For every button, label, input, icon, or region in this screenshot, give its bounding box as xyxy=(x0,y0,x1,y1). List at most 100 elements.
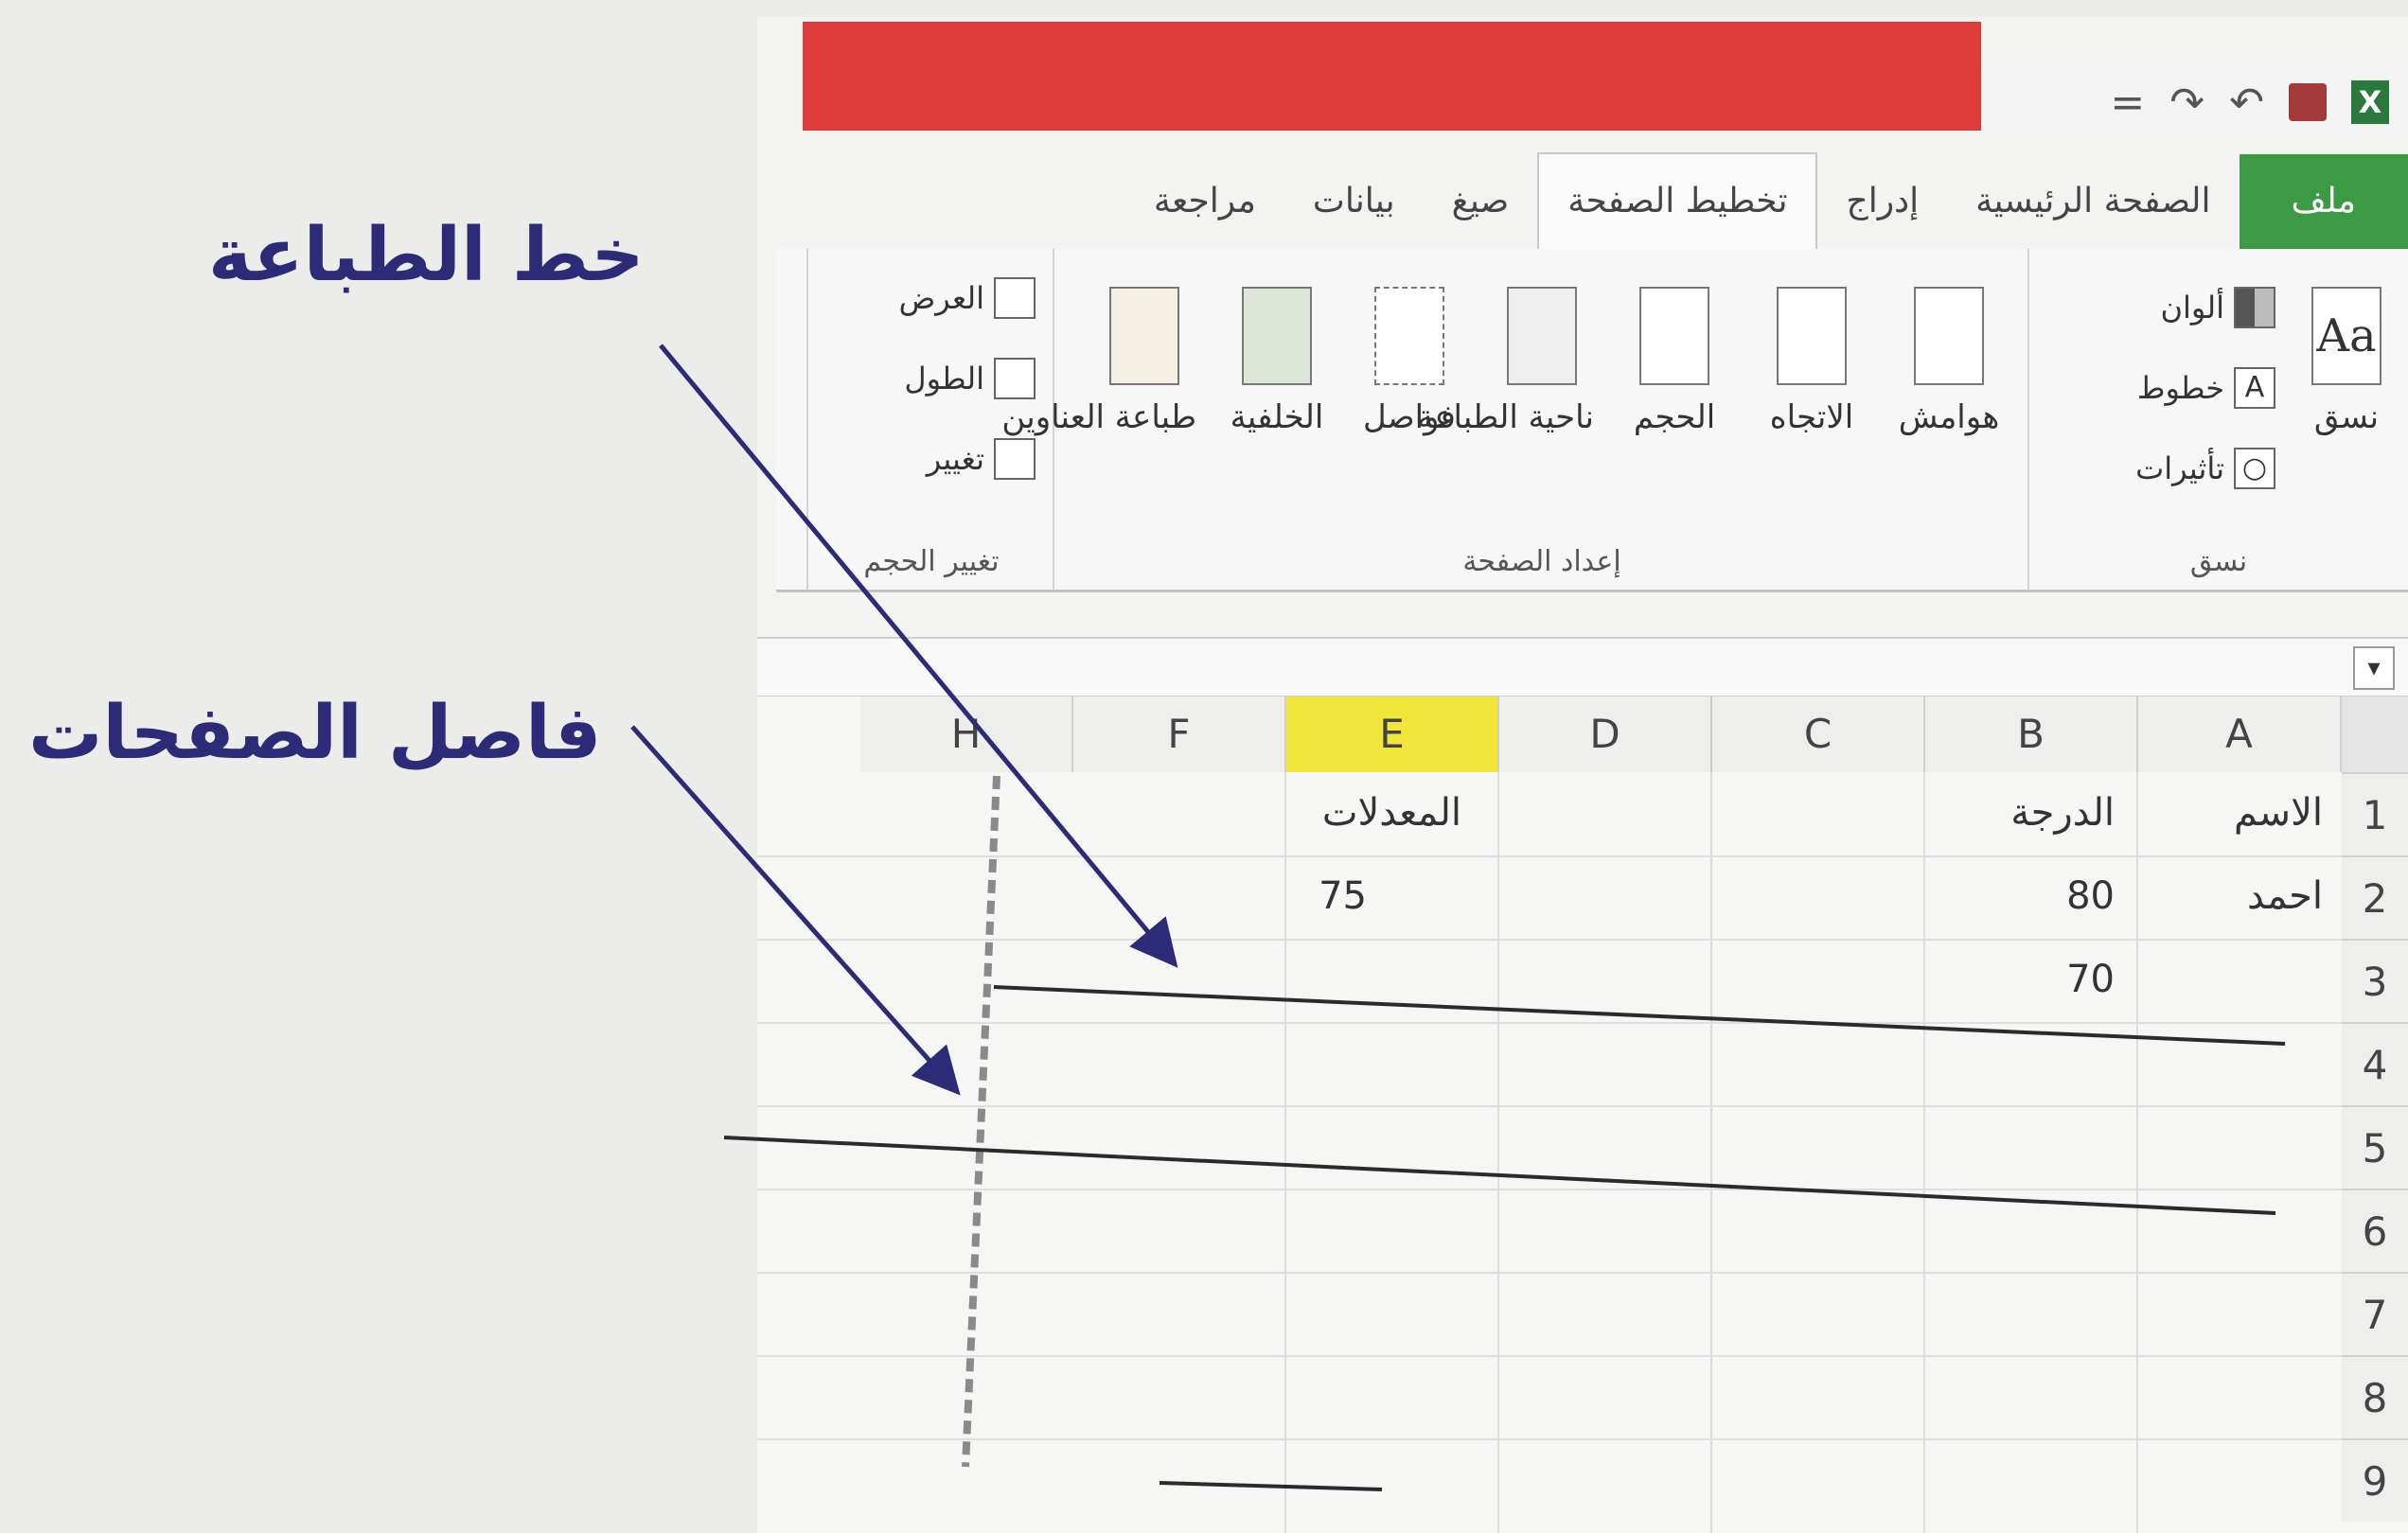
gridline xyxy=(757,855,2342,857)
save-icon[interactable] xyxy=(2289,83,2327,121)
gridline xyxy=(757,1272,2342,1274)
annotation-page-break-label: فاصل الصفحات xyxy=(28,691,602,776)
row-header-8[interactable]: 8 xyxy=(2342,1355,2408,1438)
formula-bar-expand-icon[interactable]: ▾ xyxy=(2353,646,2395,690)
print-area-label: ناحية الطباعة xyxy=(1417,398,1594,436)
formula-bar[interactable]: ▾ xyxy=(757,637,2408,697)
height-label: الطول xyxy=(904,361,984,396)
theme-effects-icon: ○ xyxy=(2234,448,2275,489)
customize-qat-icon[interactable]: = xyxy=(2110,79,2145,127)
print-titles-icon xyxy=(1109,287,1179,385)
row-header-4[interactable]: 4 xyxy=(2342,1022,2408,1105)
scale-group: العرض الطول تغيير تغيير الحجم xyxy=(806,249,1054,590)
column-header-e[interactable]: E xyxy=(1286,696,1499,772)
row-header-2[interactable]: 2 xyxy=(2342,855,2408,939)
cell-b3[interactable]: 70 xyxy=(2066,958,2115,1001)
column-header-b[interactable]: B xyxy=(1925,696,2138,772)
size-button[interactable]: الحجم xyxy=(1622,287,1726,436)
gridline xyxy=(757,1105,2342,1107)
themes-group: Aa نسق ألوان A خطوط ○ تأثيرات نسق xyxy=(2027,249,2408,590)
themes-icon: Aa xyxy=(2311,287,2381,385)
column-header-d[interactable]: D xyxy=(1499,696,1712,772)
cell-a2[interactable]: احمد xyxy=(2247,874,2323,918)
background-button[interactable]: الخلفية xyxy=(1225,287,1329,436)
row-header-9[interactable]: 9 xyxy=(2342,1438,2408,1522)
themes-group-label: نسق xyxy=(2189,545,2248,578)
margins-label: هوامش xyxy=(1898,398,2000,436)
breaks-icon xyxy=(1374,287,1444,385)
theme-colors-label: ألوان xyxy=(2160,290,2224,326)
page-setup-group-label: إعداد الصفحة xyxy=(1462,545,1621,578)
print-area-icon xyxy=(1507,287,1577,385)
orientation-icon xyxy=(1777,287,1847,385)
scale-label: تغيير xyxy=(926,441,984,477)
gridline xyxy=(757,939,2342,941)
redo-icon[interactable]: ↷ xyxy=(2169,79,2204,127)
width-label: العرض xyxy=(898,280,984,316)
tab-review[interactable]: مراجعة xyxy=(1125,154,1284,249)
theme-fonts-button[interactable]: A خطوط xyxy=(2137,367,2275,409)
cell-e1[interactable]: المعدلات xyxy=(1322,791,1461,835)
orientation-button[interactable]: الاتجاه xyxy=(1760,287,1864,436)
tab-file[interactable]: ملف xyxy=(2239,154,2408,249)
cell-b2[interactable]: 80 xyxy=(2066,874,2115,918)
theme-colors-button[interactable]: ألوان xyxy=(2160,287,2275,328)
row-header-1[interactable]: 1 xyxy=(2342,772,2408,855)
row-header-5[interactable]: 5 xyxy=(2342,1105,2408,1189)
annotation-print-line-label: خط الطباعة xyxy=(208,213,645,298)
themes-button-label: نسق xyxy=(2313,398,2380,436)
margins-icon xyxy=(1914,287,1984,385)
breaks-button[interactable]: فواصل xyxy=(1357,287,1461,436)
cell-b1[interactable]: الدرجة xyxy=(2010,791,2115,835)
worksheet-grid: A B C D E F H 1 2 3 4 5 6 7 8 9 الاسم ال… xyxy=(757,696,2408,1533)
theme-effects-button[interactable]: ○ تأثيرات xyxy=(2135,448,2275,489)
undo-icon[interactable]: ↶ xyxy=(2229,79,2264,127)
scale-icon xyxy=(994,438,1036,480)
height-control[interactable]: الطول xyxy=(904,358,1036,399)
row-header-3[interactable]: 3 xyxy=(2342,939,2408,1022)
scale-control[interactable]: تغيير xyxy=(927,438,1036,480)
orientation-label: الاتجاه xyxy=(1769,398,1854,436)
column-header-a[interactable]: A xyxy=(2138,696,2342,772)
tab-insert[interactable]: إدراج xyxy=(1817,154,1947,249)
ribbon-tabs: ملف الصفحة الرئيسية إدراج تخطيط الصفحة ص… xyxy=(795,135,2408,249)
gridline xyxy=(1710,772,1712,1533)
row-header-6[interactable]: 6 xyxy=(2342,1189,2408,1272)
background-label: الخلفية xyxy=(1230,398,1324,436)
print-area-button[interactable]: ناحية الطباعة xyxy=(1417,287,1594,436)
size-icon xyxy=(1639,287,1709,385)
print-titles-label: طباعة العناوين xyxy=(1001,398,1196,436)
print-titles-button[interactable]: طباعة العناوين xyxy=(1001,287,1196,436)
title-bar: = ↷ ↶ X xyxy=(803,22,2408,135)
breaks-label: فواصل xyxy=(1363,398,1456,436)
height-icon xyxy=(994,358,1036,399)
column-header-h[interactable]: H xyxy=(860,696,1073,772)
gridline xyxy=(757,1022,2342,1024)
gridline xyxy=(757,1355,2342,1357)
gridline xyxy=(2136,772,2138,1533)
tab-data[interactable]: بيانات xyxy=(1284,154,1424,249)
quick-access-toolbar: = ↷ ↶ X xyxy=(1981,69,2408,135)
tab-home[interactable]: الصفحة الرئيسية xyxy=(1947,154,2239,249)
row-header-7[interactable]: 7 xyxy=(2342,1272,2408,1355)
background-icon xyxy=(1242,287,1312,385)
tab-page-layout[interactable]: تخطيط الصفحة xyxy=(1537,152,1818,249)
tab-formulas[interactable]: صيغ xyxy=(1424,154,1538,249)
excel-logo-icon: X xyxy=(2351,80,2389,124)
column-header-c[interactable]: C xyxy=(1712,696,1925,772)
column-header-f[interactable]: F xyxy=(1073,696,1286,772)
cell-a1[interactable]: الاسم xyxy=(2234,791,2323,835)
theme-colors-icon xyxy=(2234,287,2275,328)
width-control[interactable]: العرض xyxy=(899,277,1036,319)
width-icon xyxy=(994,277,1036,319)
margins-button[interactable]: هوامش xyxy=(1897,287,2001,436)
scale-group-label: تغيير الحجم xyxy=(863,545,1000,578)
select-all-corner[interactable] xyxy=(2342,696,2408,772)
theme-fonts-icon: A xyxy=(2234,367,2275,409)
size-label: الحجم xyxy=(1633,398,1716,436)
cell-e2[interactable]: 75 xyxy=(1319,874,1367,918)
theme-fonts-label: خطوط xyxy=(2136,370,2224,406)
gridline xyxy=(1497,772,1499,1533)
themes-button[interactable]: Aa نسق xyxy=(2294,287,2399,436)
gridline xyxy=(1284,772,1286,1533)
